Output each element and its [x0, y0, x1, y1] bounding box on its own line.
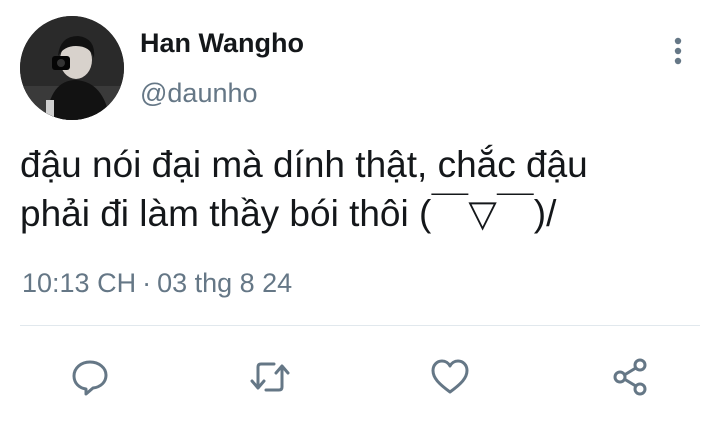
reply-icon — [72, 360, 108, 396]
reply-button[interactable] — [63, 350, 117, 404]
avatar[interactable] — [20, 16, 124, 120]
tweet-card: Han Wangho @daunho đậu nói đại mà dính t… — [0, 0, 720, 422]
like-button[interactable] — [423, 350, 477, 404]
share-icon — [613, 358, 647, 396]
action-bar — [0, 350, 720, 404]
tweet-time: 10:13 CH — [22, 268, 137, 298]
retweet-button[interactable] — [243, 350, 297, 404]
share-button[interactable] — [603, 350, 657, 404]
avatar-photo — [20, 16, 124, 120]
heart-icon — [431, 359, 469, 394]
retweet-icon — [250, 362, 290, 392]
tweet-date: 03 thg 8 24 — [157, 268, 293, 298]
divider — [20, 325, 700, 326]
timestamp-separator: · — [142, 268, 152, 298]
tweet-text: đậu nói đại mà dính thật, chắc đậu phải … — [20, 144, 588, 234]
tweet-timestamp[interactable]: 10:13 CH · 03 thg 8 24 — [22, 268, 292, 299]
more-options-button[interactable] — [664, 34, 692, 68]
user-handle[interactable]: @daunho — [140, 78, 258, 109]
more-vertical-icon — [674, 37, 682, 65]
display-name[interactable]: Han Wangho — [140, 28, 304, 59]
